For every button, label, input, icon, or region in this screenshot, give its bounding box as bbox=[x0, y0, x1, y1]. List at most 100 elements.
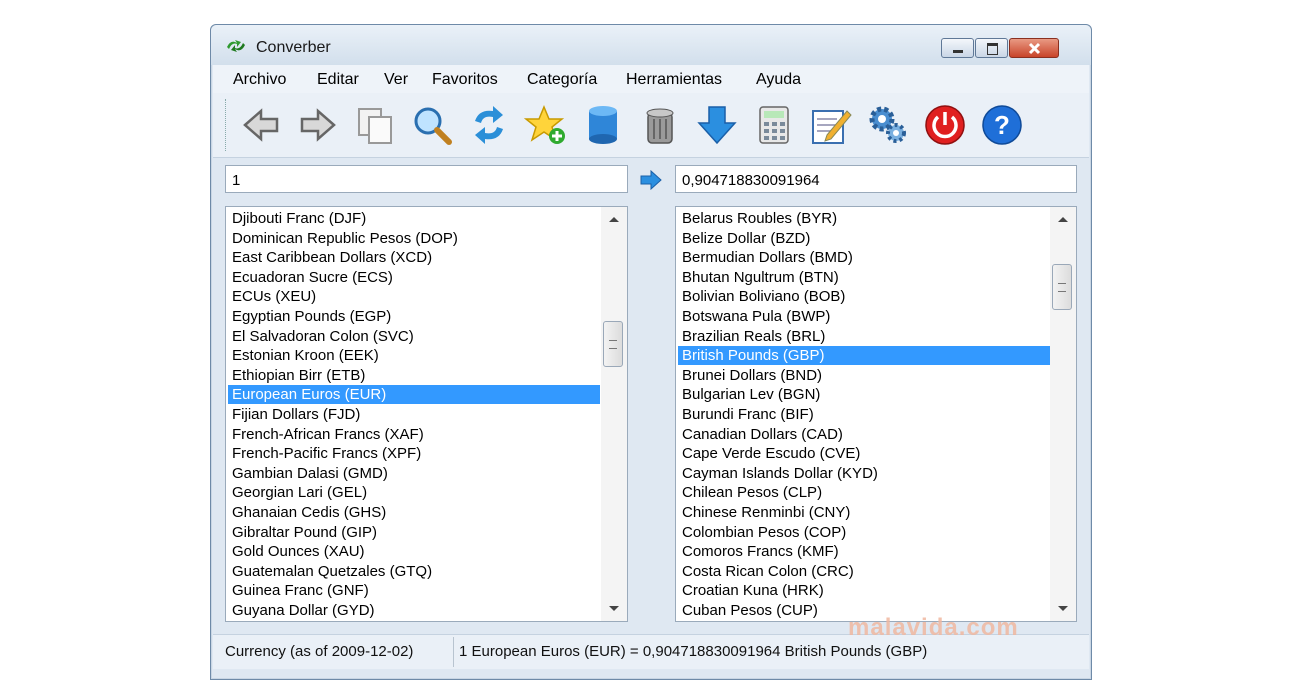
list-item[interactable]: Belarus Roubles (BYR) bbox=[678, 209, 1050, 228]
list-item[interactable]: Botswana Pula (BWP) bbox=[678, 307, 1050, 326]
toolbar-grip[interactable] bbox=[225, 99, 229, 151]
trash-icon bbox=[646, 108, 674, 144]
list-item[interactable]: El Salvadoran Colon (SVC) bbox=[228, 327, 600, 346]
list-item[interactable]: Bermudian Dollars (BMD) bbox=[678, 248, 1050, 267]
help-button[interactable]: ? bbox=[980, 103, 1024, 147]
delete-button[interactable] bbox=[638, 103, 682, 147]
list-item[interactable]: Brunei Dollars (BND) bbox=[678, 366, 1050, 385]
list-item[interactable]: Guinea Franc (GNF) bbox=[228, 581, 600, 600]
toolbar: ? bbox=[213, 93, 1089, 158]
menu-ver[interactable]: Ver bbox=[384, 71, 408, 89]
list-item[interactable]: Ethiopian Birr (ETB) bbox=[228, 366, 600, 385]
download-button[interactable] bbox=[695, 103, 739, 147]
app-window: Converber Archivo Editar Ver Favoritos C… bbox=[210, 24, 1092, 680]
list-item[interactable]: French-African Francs (XAF) bbox=[228, 425, 600, 444]
list-item[interactable]: Bolivian Boliviano (BOB) bbox=[678, 287, 1050, 306]
add-favorite-button[interactable] bbox=[523, 103, 568, 147]
list-item[interactable]: ECUs (XEU) bbox=[228, 287, 600, 306]
list-item[interactable]: Cape Verde Escudo (CVE) bbox=[678, 444, 1050, 463]
source-currency-list[interactable]: Djibouti Franc (DJF) Dominican Republic P… bbox=[225, 206, 628, 622]
list-item-selected[interactable]: European Euros (EUR) bbox=[228, 385, 600, 405]
list-item[interactable]: Croatian Kuna (HRK) bbox=[678, 581, 1050, 600]
scroll-thumb[interactable] bbox=[1052, 264, 1072, 310]
source-scrollbar[interactable] bbox=[601, 207, 627, 621]
refresh-button[interactable] bbox=[467, 103, 511, 147]
list-item[interactable]: Canadian Dollars (CAD) bbox=[678, 425, 1050, 444]
download-icon bbox=[697, 106, 737, 145]
list-item[interactable]: Guyana Dollar (GYD) bbox=[228, 601, 600, 620]
copy-icon bbox=[358, 108, 392, 144]
copy-button[interactable] bbox=[353, 103, 397, 147]
list-item[interactable]: Fijian Dollars (FJD) bbox=[228, 405, 600, 424]
list-item[interactable]: Ghanaian Cedis (GHS) bbox=[228, 503, 600, 522]
scroll-up-icon[interactable] bbox=[1058, 217, 1068, 222]
list-item[interactable]: Georgian Lari (GEL) bbox=[228, 483, 600, 502]
list-item[interactable]: Belize Dollar (BZD) bbox=[678, 229, 1050, 248]
forward-button[interactable] bbox=[296, 103, 340, 147]
list-item[interactable]: Guatemalan Quetzales (GTQ) bbox=[228, 562, 600, 581]
list-item[interactable]: Egyptian Pounds (EGP) bbox=[228, 307, 600, 326]
target-scrollbar[interactable] bbox=[1050, 207, 1076, 621]
scroll-down-icon[interactable] bbox=[1058, 606, 1068, 611]
menu-archivo[interactable]: Archivo bbox=[233, 71, 286, 89]
list-item[interactable]: Dominican Republic Pesos (DOP) bbox=[228, 229, 600, 248]
forward-icon bbox=[300, 108, 336, 142]
scroll-down-icon[interactable] bbox=[609, 606, 619, 611]
list-item[interactable]: Gambian Dalasi (GMD) bbox=[228, 464, 600, 483]
list-item[interactable]: Bhutan Ngultrum (BTN) bbox=[678, 268, 1050, 287]
list-item[interactable]: Costa Rican Colon (CRC) bbox=[678, 562, 1050, 581]
list-item[interactable]: Comoros Francs (KMF) bbox=[678, 542, 1050, 561]
refresh-icon bbox=[475, 106, 503, 144]
list-item[interactable]: Bulgarian Lev (BGN) bbox=[678, 385, 1050, 404]
list-item[interactable]: Ecuadoran Sucre (ECS) bbox=[228, 268, 600, 287]
menu-favoritos[interactable]: Favoritos bbox=[432, 71, 498, 89]
watermark-logo: malavida.com bbox=[848, 614, 1019, 641]
list-item[interactable]: Chinese Renminbi (CNY) bbox=[678, 503, 1050, 522]
menu-categoria[interactable]: Categoría bbox=[527, 71, 597, 89]
app-logo-icon bbox=[227, 40, 245, 52]
list-item[interactable]: Djibouti Franc (DJF) bbox=[228, 209, 600, 228]
list-item[interactable]: Brazilian Reals (BRL) bbox=[678, 327, 1050, 346]
menu-editar[interactable]: Editar bbox=[317, 71, 359, 89]
exit-button[interactable] bbox=[923, 103, 967, 147]
list-item[interactable]: Gold Ounces (XAU) bbox=[228, 542, 600, 561]
database-icon bbox=[589, 106, 617, 144]
menu-bar: Archivo Editar Ver Favoritos Categoría H… bbox=[213, 65, 1089, 93]
maximize-button[interactable] bbox=[975, 38, 1008, 58]
minimize-button[interactable] bbox=[941, 38, 974, 58]
convert-arrow-icon[interactable] bbox=[639, 170, 663, 190]
status-rate-date: Currency (as of 2009-12-02) bbox=[225, 643, 414, 660]
list-item[interactable]: French-Pacific Francs (XPF) bbox=[228, 444, 600, 463]
menu-ayuda[interactable]: Ayuda bbox=[756, 71, 801, 89]
back-icon bbox=[243, 108, 279, 142]
status-divider bbox=[453, 637, 454, 667]
edit-button[interactable] bbox=[809, 103, 853, 147]
list-item[interactable]: Gibraltar Pound (GIP) bbox=[228, 523, 600, 542]
power-icon bbox=[925, 105, 965, 145]
amount-input[interactable]: 1 bbox=[225, 165, 628, 193]
database-button[interactable] bbox=[581, 103, 625, 147]
list-item[interactable]: Chilean Pesos (CLP) bbox=[678, 483, 1050, 502]
search-button[interactable] bbox=[410, 103, 454, 147]
list-item-selected[interactable]: British Pounds (GBP) bbox=[678, 346, 1050, 366]
calculator-button[interactable] bbox=[752, 103, 796, 147]
target-currency-list[interactable]: Belarus Roubles (BYR) Belize Dollar (BZD)… bbox=[675, 206, 1077, 622]
edit-icon bbox=[812, 110, 852, 144]
close-button[interactable] bbox=[1009, 38, 1059, 58]
window-title: Converber bbox=[256, 39, 331, 56]
result-field[interactable]: 0,904718830091964 bbox=[675, 165, 1077, 193]
list-item[interactable]: Burundi Franc (BIF) bbox=[678, 405, 1050, 424]
list-item[interactable]: Colombian Pesos (COP) bbox=[678, 523, 1050, 542]
list-item[interactable]: East Caribbean Dollars (XCD) bbox=[228, 248, 600, 267]
scroll-thumb[interactable] bbox=[603, 321, 623, 367]
minimize-icon bbox=[953, 50, 963, 53]
menu-herramientas[interactable]: Herramientas bbox=[626, 71, 722, 89]
back-button[interactable] bbox=[239, 103, 283, 147]
scroll-up-icon[interactable] bbox=[609, 217, 619, 222]
settings-button[interactable] bbox=[866, 103, 910, 147]
list-item[interactable]: Estonian Kroon (EEK) bbox=[228, 346, 600, 365]
title-bar[interactable]: Converber bbox=[211, 25, 1091, 65]
maximize-icon bbox=[987, 43, 998, 55]
status-conversion-result: 1 European Euros (EUR) = 0,9047188300919… bbox=[459, 643, 928, 660]
list-item[interactable]: Cayman Islands Dollar (KYD) bbox=[678, 464, 1050, 483]
